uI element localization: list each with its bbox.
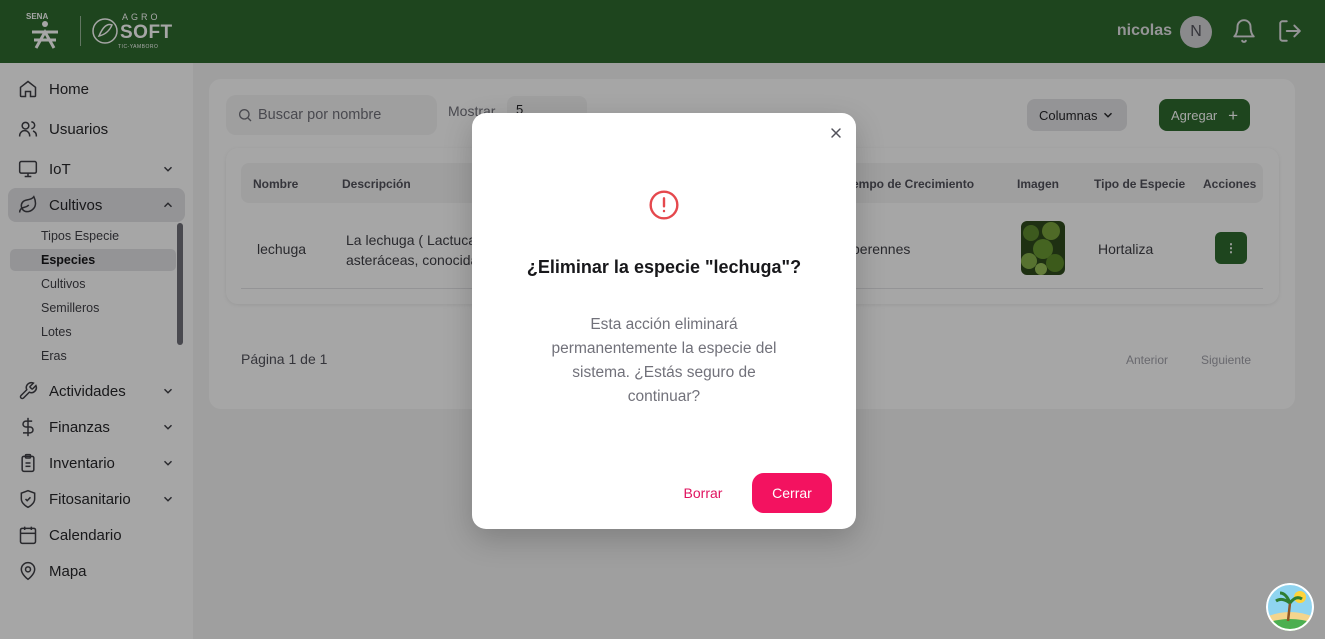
delete-confirm-modal: ¿Eliminar la especie "lechuga"? Esta acc… xyxy=(472,113,856,529)
assistant-avatar-icon[interactable] xyxy=(1266,583,1314,631)
alert-circle-icon xyxy=(649,190,679,220)
close-button[interactable]: Cerrar xyxy=(752,473,832,513)
close-icon[interactable] xyxy=(828,125,844,141)
delete-button[interactable]: Borrar xyxy=(672,473,734,513)
modal-title: ¿Eliminar la especie "lechuga"? xyxy=(526,257,802,277)
modal-body: Esta acción eliminará permanentemente la… xyxy=(551,316,777,405)
